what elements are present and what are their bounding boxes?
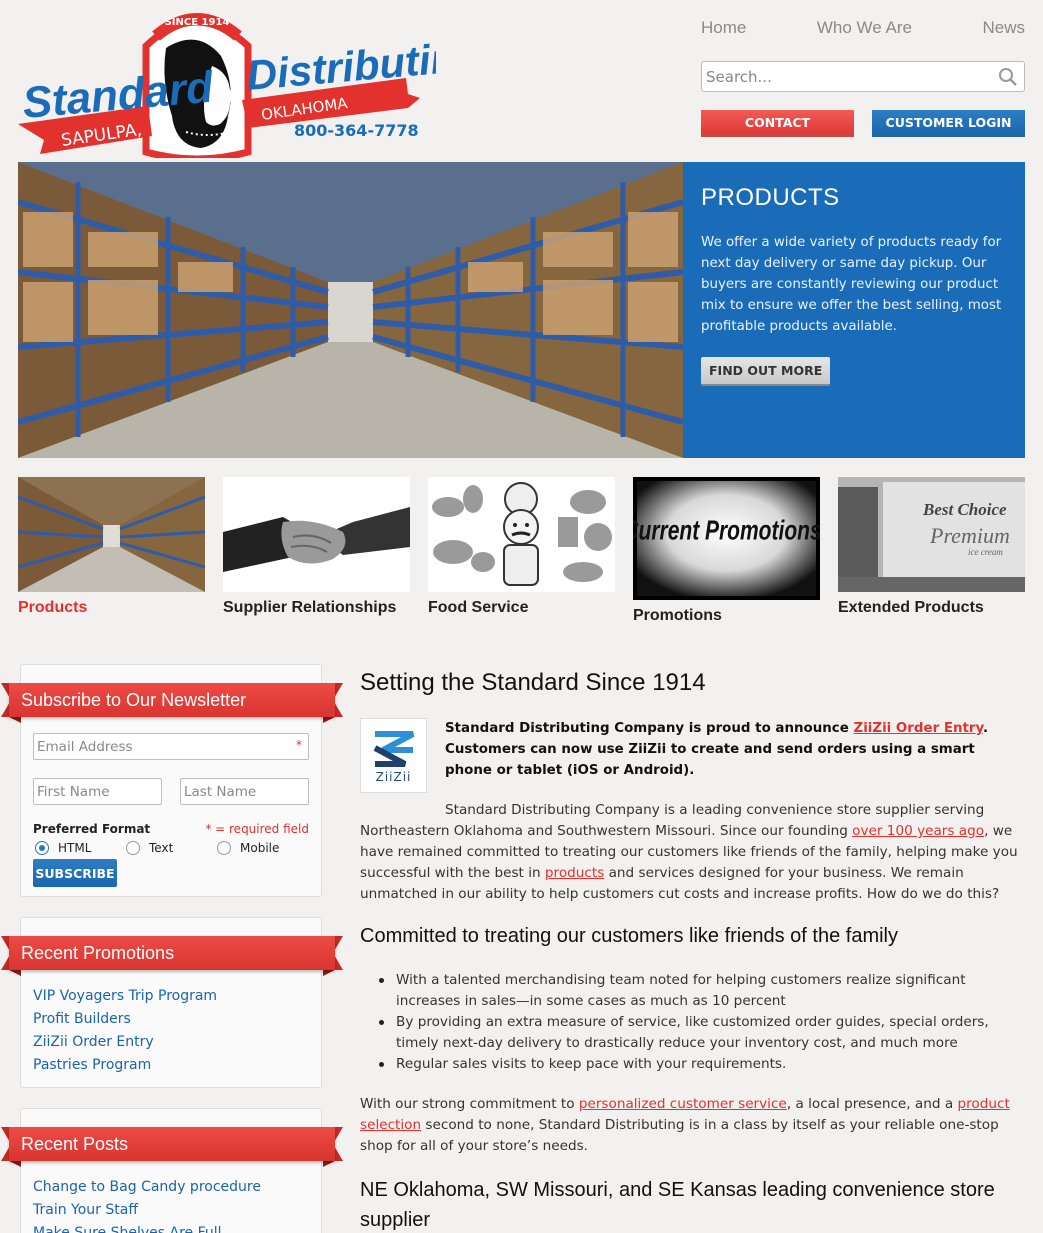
post-item[interactable]: Change to Bag Candy procedure — [33, 1176, 261, 1199]
required-star: * — [296, 738, 302, 752]
ziizi-logo[interactable]: ZiiZii — [360, 718, 427, 793]
tile-extended-products[interactable]: Best Choice Premium ice cream Extended P… — [838, 477, 1025, 617]
search-input[interactable] — [702, 62, 987, 91]
main-nav: Home Who We Are News — [701, 18, 1025, 38]
tile-supplier-relationships[interactable]: Supplier Relationships — [223, 477, 410, 617]
promotions-title: Recent Promotions — [9, 936, 335, 970]
find-out-more-button[interactable]: FIND OUT MORE — [701, 357, 831, 386]
closing-text: With our strong commitment to — [360, 1096, 579, 1112]
format-text-label: Text — [149, 841, 174, 855]
preferred-format-label: Preferred Format — [33, 822, 151, 836]
tile-supplier-label[interactable]: Supplier Relationships — [223, 599, 410, 617]
truck-text-1: Best Choice — [922, 500, 1007, 519]
promotion-item[interactable]: ZiiZii Order Entry — [33, 1031, 217, 1054]
over-100-years-link[interactable]: over 100 years ago — [852, 823, 984, 839]
nav-home[interactable]: Home — [701, 18, 746, 38]
last-name-field — [180, 778, 309, 805]
tile-food-service[interactable]: Food Service — [428, 477, 615, 617]
intro-paragraph: Standard Distributing Company is a leadi… — [360, 800, 1025, 905]
region-heading: NE Oklahoma, SW Missouri, and SE Kansas … — [360, 1179, 995, 1231]
personalized-service-link[interactable]: personalized customer service — [579, 1096, 787, 1112]
truck-text-3: ice cream — [968, 547, 1003, 557]
benefit-item: By providing an extra measure of service… — [379, 1012, 1025, 1054]
nav-who-we-are[interactable]: Who We Are — [817, 18, 912, 38]
format-mobile-label: Mobile — [240, 841, 280, 855]
site-logo[interactable]: SINCE 1914 SAPULPA, OKLAHOMA Standard Di… — [16, 6, 436, 158]
closing-text-3: second to none, Standard Distributing is… — [360, 1117, 999, 1154]
recent-promotions-widget: Recent Promotions VIP Voyagers Trip Prog… — [1, 917, 343, 1088]
last-name-input[interactable] — [181, 779, 308, 804]
radio-icon[interactable] — [126, 841, 140, 855]
newsletter-widget: Subscribe to Our Newsletter * Preferred … — [1, 664, 343, 897]
ziizi-announcement: Standard Distributing Company is proud t… — [445, 718, 1025, 781]
closing-paragraph: With our strong commitment to personaliz… — [360, 1094, 1025, 1157]
customer-login-button[interactable]: CUSTOMER LOGIN — [872, 110, 1025, 137]
ziizi-icon — [373, 730, 414, 767]
logo-phone: 800-364-7778 — [294, 121, 419, 140]
promotions-list: VIP Voyagers Trip Program Profit Builder… — [33, 985, 217, 1077]
truck-text-2: Premium — [929, 523, 1010, 548]
promotion-item[interactable]: Profit Builders — [33, 1008, 217, 1031]
benefit-item: With a talented merchandising team noted… — [379, 970, 1025, 1012]
required-field-note: * = required field — [205, 822, 309, 836]
email-field: * — [33, 733, 309, 760]
promotion-item[interactable]: Pastries Program — [33, 1054, 217, 1077]
tile-promotions-label[interactable]: Promotions — [633, 607, 820, 625]
tile-promotions-image[interactable]: Current Promotions! — [633, 477, 820, 600]
promotion-item[interactable]: VIP Voyagers Trip Program — [33, 985, 217, 1008]
search-icon[interactable] — [998, 67, 1018, 87]
main-heading: Setting the Standard Since 1914 — [360, 669, 706, 696]
search-box — [701, 61, 1025, 92]
posts-title: Recent Posts — [9, 1127, 335, 1161]
format-html-label: HTML — [58, 841, 92, 855]
committed-heading: Committed to treating our customers like… — [360, 925, 898, 947]
hero-panel: PRODUCTS We offer a wide variety of prod… — [683, 162, 1025, 458]
newsletter-ribbon: Subscribe to Our Newsletter — [1, 683, 343, 723]
tile-products[interactable]: Products — [18, 477, 205, 617]
hero-slider: PRODUCTS We offer a wide variety of prod… — [18, 162, 1025, 458]
hero-warehouse-image — [18, 162, 683, 458]
hero-text: We offer a wide variety of products read… — [701, 235, 1002, 334]
tile-chef-image[interactable] — [428, 477, 615, 592]
email-input[interactable] — [34, 734, 308, 759]
tile-extended-label[interactable]: Extended Products — [838, 599, 1025, 617]
tile-truck-image[interactable]: Best Choice Premium ice cream — [838, 477, 1025, 592]
contact-button[interactable]: CONTACT — [701, 110, 854, 137]
promotions-image-text: Current Promotions! — [633, 516, 820, 546]
posts-list: Change to Bag Candy procedure Train Your… — [33, 1176, 261, 1233]
first-name-field — [33, 778, 162, 805]
first-name-input[interactable] — [34, 779, 161, 804]
format-html-radio[interactable]: HTML — [35, 841, 91, 855]
post-item[interactable]: Make Sure Shelves Are Full — [33, 1222, 261, 1233]
benefits-list: With a talented merchandising team noted… — [379, 970, 1025, 1075]
subscribe-button[interactable]: SUBSCRIBE — [33, 859, 117, 887]
tile-promotions[interactable]: Current Promotions! Promotions — [633, 477, 820, 625]
ziizi-word: ZiiZii — [375, 769, 412, 784]
radio-selected-icon[interactable] — [35, 841, 49, 855]
promotions-ribbon: Recent Promotions — [1, 936, 343, 976]
hero-title: PRODUCTS — [701, 184, 840, 211]
products-link[interactable]: products — [545, 865, 604, 881]
recent-posts-widget: Recent Posts Change to Bag Candy procedu… — [1, 1108, 343, 1233]
benefit-item: Regular sales visits to keep pace with y… — [379, 1054, 1025, 1075]
format-text-radio[interactable]: Text — [126, 841, 173, 855]
tile-handshake-image[interactable] — [223, 477, 410, 592]
newsletter-title: Subscribe to Our Newsletter — [9, 683, 335, 717]
announce-text: Standard Distributing Company is proud t… — [445, 721, 854, 736]
ziizi-order-entry-link[interactable]: ZiiZii Order Entry — [853, 721, 983, 736]
format-mobile-radio[interactable]: Mobile — [217, 841, 279, 855]
post-item[interactable]: Train Your Staff — [33, 1199, 261, 1222]
tile-food-service-label[interactable]: Food Service — [428, 599, 615, 617]
tile-products-image[interactable] — [18, 477, 205, 592]
posts-ribbon: Recent Posts — [1, 1127, 343, 1167]
radio-icon[interactable] — [217, 841, 231, 855]
closing-text-2: , a local presence, and a — [786, 1096, 958, 1112]
logo-since: SINCE 1914 — [165, 17, 230, 28]
tile-products-label[interactable]: Products — [18, 599, 205, 617]
nav-news[interactable]: News — [982, 18, 1025, 38]
